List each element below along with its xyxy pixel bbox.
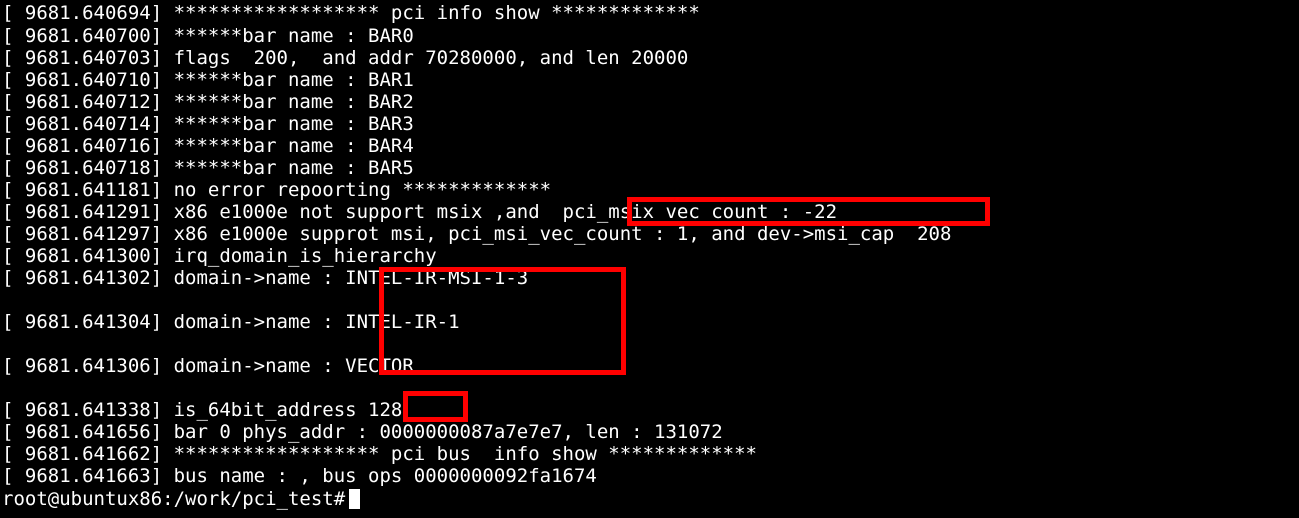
text-cursor — [349, 489, 361, 509]
log-line: [ 9681.641291] x86 e1000e not support ms… — [2, 201, 838, 223]
log-line: [ 9681.640718] ******bar name : BAR5 — [2, 157, 414, 179]
log-line: [ 9681.641663] bus name : , bus ops 0000… — [2, 465, 597, 487]
shell-prompt: root@ubuntux86:/work/pci_test# — [2, 488, 346, 510]
log-line: [ 9681.641181] no error repoorting *****… — [2, 179, 552, 201]
log-line: [ 9681.641338] is_64bit_address 128 — [2, 399, 403, 421]
log-line: [ 9681.640714] ******bar name : BAR3 — [2, 113, 414, 135]
log-line: [ 9681.641656] bar 0 phys_addr : 0000000… — [2, 421, 723, 443]
log-line: [ 9681.640716] ******bar name : BAR4 — [2, 135, 414, 157]
log-line: [ 9681.640703] flags 200, and addr 70280… — [2, 47, 689, 69]
log-line: [ 9681.641297] x86 e1000e supprot msi, p… — [2, 223, 952, 245]
log-line: [ 9681.640710] ******bar name : BAR1 — [2, 69, 414, 91]
log-line: [ 9681.641306] domain->name : VECTOR — [2, 355, 414, 377]
log-line: [ 9681.641662] ****************** pci bu… — [2, 443, 757, 465]
log-line: [ 9681.640700] ******bar name : BAR0 — [2, 25, 414, 47]
log-line: [ 9681.641302] domain->name : INTEL-IR-M… — [2, 267, 529, 289]
log-line: [ 9681.641304] domain->name : INTEL-IR-1 — [2, 311, 460, 333]
terminal-window[interactable]: [ 9681.640694] ****************** pci in… — [0, 0, 1299, 518]
highlight-box-address-bits — [403, 391, 468, 422]
log-line: [ 9681.641300] irq_domain_is_hierarchy — [2, 245, 437, 267]
log-line: [ 9681.640694] ****************** pci in… — [2, 2, 700, 24]
log-line: [ 9681.640712] ******bar name : BAR2 — [2, 91, 414, 113]
shell-prompt-line[interactable]: root@ubuntux86:/work/pci_test# — [2, 488, 361, 510]
